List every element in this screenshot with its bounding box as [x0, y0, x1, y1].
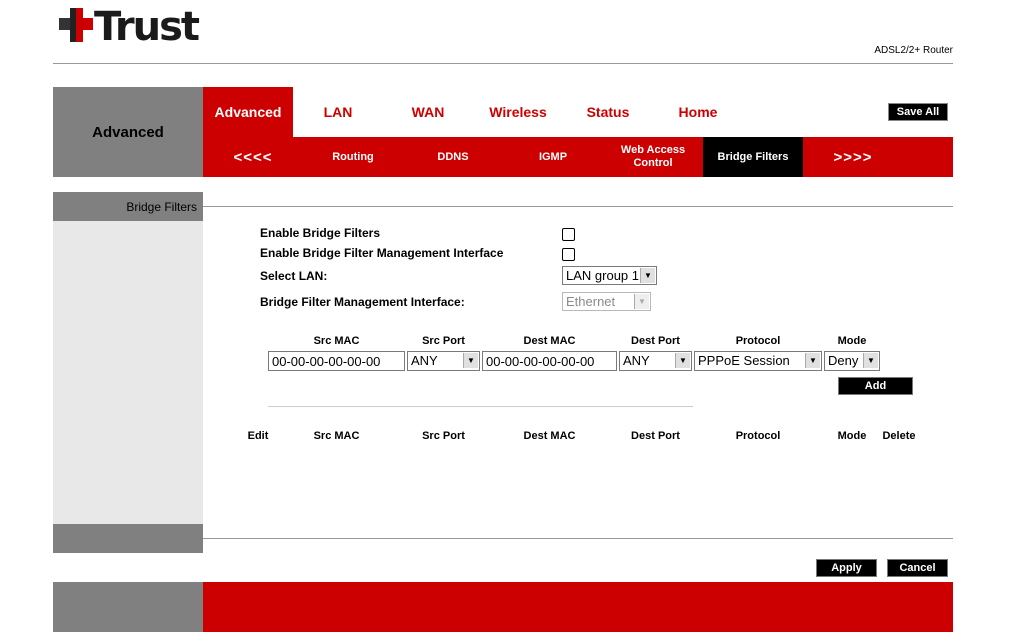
mgmt-interface-label: Bridge Filter Management Interface:: [260, 295, 465, 309]
subtab-web-access-control[interactable]: Web Access Control: [603, 137, 703, 177]
chevron-down-icon: ▼: [805, 353, 820, 368]
cancel-button[interactable]: Cancel: [887, 559, 948, 577]
content-top-divider: [203, 206, 953, 207]
enable-mgmt-interface-label: Enable Bridge Filter Management Interfac…: [260, 246, 504, 260]
add-col-src-port: Src Port: [422, 335, 465, 347]
header-divider: [53, 63, 953, 64]
chevron-down-icon: ▼: [675, 353, 690, 368]
table-col-src-mac: Src MAC: [313, 430, 360, 442]
trust-logo-icon: [57, 6, 95, 44]
subtab-igmp[interactable]: IGMP: [503, 137, 603, 177]
chevron-down-icon: ▼: [640, 268, 655, 283]
dest-port-value: ANY: [623, 353, 650, 368]
sidebar-footer: [53, 524, 203, 553]
add-button[interactable]: Add: [838, 377, 913, 395]
subtab-routing[interactable]: Routing: [303, 137, 403, 177]
table-col-mode: Mode: [837, 430, 867, 442]
footer-left: [53, 582, 203, 632]
mode-value: Deny: [828, 353, 859, 368]
main-nav: Advanced LAN WAN Wireless Status Home: [203, 87, 953, 137]
tab-wan[interactable]: WAN: [383, 87, 473, 137]
add-col-protocol: Protocol: [735, 335, 781, 347]
sidebar-body: [53, 221, 203, 524]
table-col-protocol: Protocol: [735, 430, 781, 442]
select-lan-dropdown[interactable]: LAN group 1 ▼: [562, 266, 657, 285]
add-col-src-mac: Src MAC: [313, 335, 360, 347]
subtab-prev[interactable]: <<<<: [203, 137, 303, 177]
protocol-value: PPPoE Session: [698, 353, 790, 368]
tab-lan[interactable]: LAN: [293, 87, 383, 137]
src-mac-input[interactable]: [268, 351, 405, 371]
content-bottom-divider: [203, 538, 953, 539]
src-port-dropdown[interactable]: ANY ▼: [407, 351, 480, 371]
subtab-next[interactable]: >>>>: [803, 137, 903, 177]
table-col-src-port: Src Port: [422, 430, 465, 442]
sub-nav: <<<< Routing DDNS IGMP Web Access Contro…: [203, 137, 953, 177]
table-divider: [268, 406, 693, 407]
chevron-down-icon: ▼: [634, 294, 649, 309]
enable-bridge-filters-checkbox[interactable]: [562, 228, 575, 241]
dest-mac-input[interactable]: [482, 351, 617, 371]
subtab-bridge-filters[interactable]: Bridge Filters: [703, 137, 803, 177]
product-name: ADSL2/2+ Router: [874, 45, 953, 56]
chevron-down-icon: ▼: [863, 353, 878, 368]
dest-port-dropdown[interactable]: ANY ▼: [619, 351, 692, 371]
src-port-value: ANY: [411, 353, 438, 368]
brand-name: Trust: [94, 4, 200, 50]
footer-bar: [203, 582, 953, 632]
table-col-dest-port: Dest Port: [631, 430, 680, 442]
table-col-delete: Delete: [882, 430, 916, 442]
sidebar-header: Bridge Filters: [53, 192, 203, 221]
enable-bridge-filters-label: Enable Bridge Filters: [260, 226, 381, 240]
tab-status[interactable]: Status: [563, 87, 653, 137]
section-title: Advanced: [53, 87, 203, 177]
add-col-mode: Mode: [837, 335, 867, 347]
subtab-ddns[interactable]: DDNS: [403, 137, 503, 177]
sidebar-page-label: Bridge Filters: [126, 200, 197, 214]
tab-home[interactable]: Home: [653, 87, 743, 137]
protocol-dropdown[interactable]: PPPoE Session ▼: [694, 351, 822, 371]
mgmt-interface-dropdown[interactable]: Ethernet ▼: [562, 292, 651, 311]
apply-button[interactable]: Apply: [816, 559, 877, 577]
add-col-dest-mac: Dest MAC: [523, 335, 576, 347]
add-col-dest-port: Dest Port: [631, 335, 680, 347]
select-lan-value: LAN group 1: [566, 268, 639, 283]
tab-advanced[interactable]: Advanced: [203, 87, 293, 137]
table-col-dest-mac: Dest MAC: [523, 430, 576, 442]
mode-dropdown[interactable]: Deny ▼: [824, 351, 880, 371]
mgmt-interface-value: Ethernet: [566, 294, 616, 309]
tab-wireless[interactable]: Wireless: [473, 87, 563, 137]
save-all-button[interactable]: Save All: [888, 103, 948, 121]
chevron-down-icon: ▼: [463, 353, 478, 368]
enable-mgmt-interface-checkbox[interactable]: [562, 248, 575, 261]
select-lan-label: Select LAN:: [260, 269, 328, 283]
